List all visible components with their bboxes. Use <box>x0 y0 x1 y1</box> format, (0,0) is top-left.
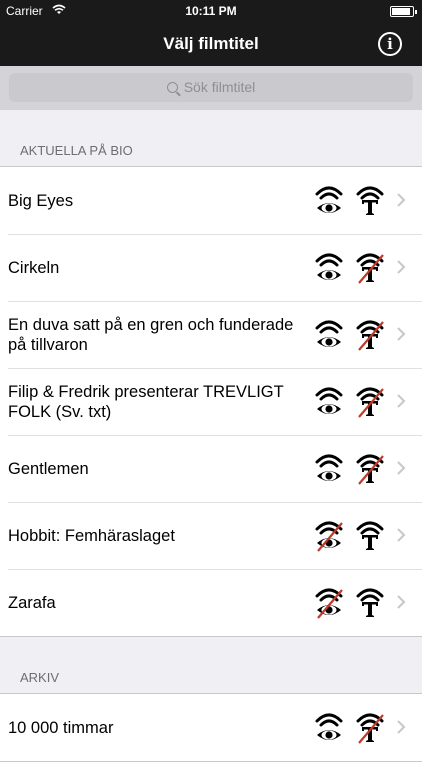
movie-title: Cirkeln <box>8 258 60 277</box>
subtitle-icon <box>355 518 385 552</box>
section-header-current: AKTUELLA PÅ BIO <box>20 143 133 158</box>
search-bar: Sök filmtitel <box>0 66 422 110</box>
search-input[interactable]: Sök filmtitel <box>9 73 413 102</box>
movie-title: Filip & Fredrik presenterar TREVLIGT FOL… <box>8 382 284 421</box>
movie-row[interactable]: Zarafa <box>0 569 422 636</box>
subtitle-unavailable-icon <box>355 250 385 284</box>
movie-row[interactable]: Filip & Fredrik presenterar TREVLIGT FOL… <box>0 368 422 435</box>
subtitle-unavailable-icon <box>355 710 385 744</box>
clock: 10:11 PM <box>185 4 237 18</box>
section-header-archive: ARKIV <box>20 670 60 685</box>
movie-row[interactable]: Big Eyes <box>0 167 422 234</box>
audio-description-icon <box>314 451 344 485</box>
subtitle-unavailable-icon <box>355 317 385 351</box>
page-title: Välj filmtitel <box>163 34 259 53</box>
subtitle-unavailable-icon <box>355 384 385 418</box>
movie-title: Hobbit: Femhäraslaget <box>8 526 175 545</box>
audio-description-icon <box>314 710 344 744</box>
movie-row[interactable]: Cirkeln <box>0 234 422 301</box>
search-placeholder: Sök filmtitel <box>183 79 256 95</box>
navigation-bar: Välj filmtitel i <box>0 22 422 66</box>
audio-description-icon <box>314 250 344 284</box>
battery-icon <box>390 6 417 17</box>
movie-title: 10 000 timmar <box>8 718 114 737</box>
audio-description-unavailable-icon <box>314 585 344 619</box>
movie-row[interactable]: Gentlemen <box>0 435 422 502</box>
chevron-right-icon <box>396 260 406 274</box>
movie-title: Big Eyes <box>8 191 74 210</box>
audio-description-icon <box>314 183 344 217</box>
audio-description-unavailable-icon <box>314 518 344 552</box>
subtitle-unavailable-icon <box>355 451 385 485</box>
movie-title: En duva satt på en gren och funderade på… <box>8 315 294 354</box>
movie-title: Gentlemen <box>8 459 89 478</box>
audio-description-icon <box>314 317 344 351</box>
info-icon[interactable]: i <box>378 32 402 56</box>
chevron-right-icon <box>396 327 406 341</box>
movie-title: Zarafa <box>8 593 56 612</box>
search-icon <box>166 82 178 93</box>
chevron-right-icon <box>396 394 406 408</box>
status-bar: Carrier 10:11 PM <box>0 0 422 22</box>
subtitle-icon <box>355 183 385 217</box>
movie-row[interactable]: 10 000 timmar <box>0 694 422 761</box>
chevron-right-icon <box>396 720 406 734</box>
chevron-right-icon <box>396 528 406 542</box>
subtitle-icon <box>355 585 385 619</box>
movie-row[interactable]: En duva satt på en gren och funderade på… <box>0 301 422 368</box>
movie-list-current: Big Eyes Cirkeln En duva satt på en gren o… <box>0 166 422 637</box>
chevron-right-icon <box>396 461 406 475</box>
chevron-right-icon <box>396 193 406 207</box>
chevron-right-icon <box>396 595 406 609</box>
movie-row[interactable]: Hobbit: Femhäraslaget <box>0 502 422 569</box>
audio-description-icon <box>314 384 344 418</box>
movie-list-archive: 10 000 timmar <box>0 693 422 762</box>
